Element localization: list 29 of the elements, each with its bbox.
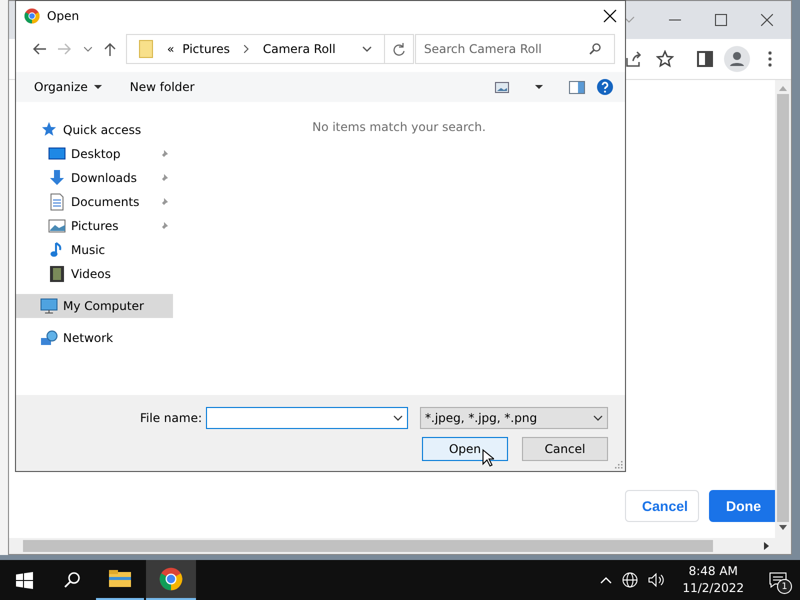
cancel-button[interactable]: Cancel [522,437,608,461]
notification-button[interactable]: 1 [762,560,794,600]
done-button[interactable]: Done [709,490,775,522]
empty-message: No items match your search. [312,120,486,136]
address-bar[interactable]: « Pictures Camera Roll [126,34,386,64]
sidebar-item[interactable]: Pictures [16,214,173,238]
breadcrumb-item[interactable]: Pictures [182,42,230,56]
overflow-chevron[interactable]: « [167,42,174,56]
field-label: File name: [140,411,202,425]
sidebar-item[interactable]: Videos [16,262,173,286]
open-button[interactable]: Open [422,437,508,461]
notification-count: 1 [777,579,792,594]
sidebar-item[interactable]: Quick access [16,118,173,142]
sidebar-item[interactable]: My Computer [16,294,173,318]
sidebar-item[interactable]: Documents [16,190,173,214]
dialog-title: Open [47,9,80,23]
sidebar-item[interactable]: Network [16,326,173,350]
clock[interactable]: 8:48 AM 11/2/2022 [674,563,752,597]
new-folder-button[interactable]: New folder [122,76,203,98]
sidebar-item[interactable]: Downloads [16,166,173,190]
breadcrumb-item[interactable]: Camera Roll [262,42,336,56]
file-type-dropdown[interactable]: *.jpeg, *.jpg, *.png [420,407,608,429]
search-field[interactable]: Search Camera Roll [415,34,615,64]
cancel-button[interactable]: Cancel [625,490,699,522]
clock-date: 11/2/2022 [682,580,744,597]
sidebar-item[interactable]: Desktop [16,142,173,166]
organize-menu[interactable]: Organize [26,76,110,98]
sidebar-item[interactable]: Music [16,238,173,262]
clock-time: 8:48 AM [688,563,738,580]
